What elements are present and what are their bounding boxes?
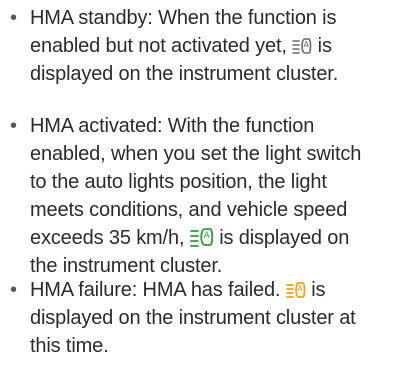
hma-indicator-amber-icon: A bbox=[285, 282, 306, 298]
text-fragment: enabled but not activated yet, bbox=[30, 35, 287, 57]
hma-activated-text: HMA activated: With the function enabled… bbox=[30, 112, 402, 280]
text-line: displayed on the instrument cluster. bbox=[30, 63, 339, 85]
text-line: enabled but not activated yet, A is bbox=[30, 32, 402, 60]
text-line: HMA failure: HMA has failed. A is bbox=[30, 276, 402, 304]
bullet: • bbox=[10, 7, 18, 29]
svg-text:A: A bbox=[297, 284, 303, 293]
text-line: HMA standby: When the function is bbox=[30, 7, 337, 29]
hma-failure-text: HMA failure: HMA has failed. A is displa… bbox=[30, 276, 402, 360]
text-line: HMA activated: With the function bbox=[30, 115, 315, 137]
bullet: • bbox=[10, 279, 18, 301]
hma-standby-text: HMA standby: When the function is enable… bbox=[30, 4, 402, 88]
text-line: displayed on the instrument cluster at bbox=[30, 307, 356, 329]
text-fragment: exceeds 35 km/h, bbox=[30, 227, 185, 249]
text-fragment: HMA failure: HMA has failed. bbox=[30, 279, 281, 301]
text-line: to the auto lights position, the light bbox=[30, 171, 327, 193]
text-line: this time. bbox=[30, 335, 109, 357]
bullet: • bbox=[10, 115, 18, 137]
text-line: enabled, when you set the light switch bbox=[30, 143, 362, 165]
text-fragment: is bbox=[311, 279, 326, 301]
svg-text:A: A bbox=[304, 40, 310, 49]
svg-text:A: A bbox=[203, 231, 210, 241]
text-line: exceeds 35 km/h, A is displayed on bbox=[30, 224, 402, 252]
text-fragment: is displayed on bbox=[219, 227, 350, 249]
text-line: meets conditions, and vehicle speed bbox=[30, 199, 348, 221]
hma-indicator-gray-icon: A bbox=[292, 38, 312, 54]
text-fragment: is bbox=[317, 35, 332, 57]
hma-indicator-green-icon: A bbox=[189, 228, 213, 247]
